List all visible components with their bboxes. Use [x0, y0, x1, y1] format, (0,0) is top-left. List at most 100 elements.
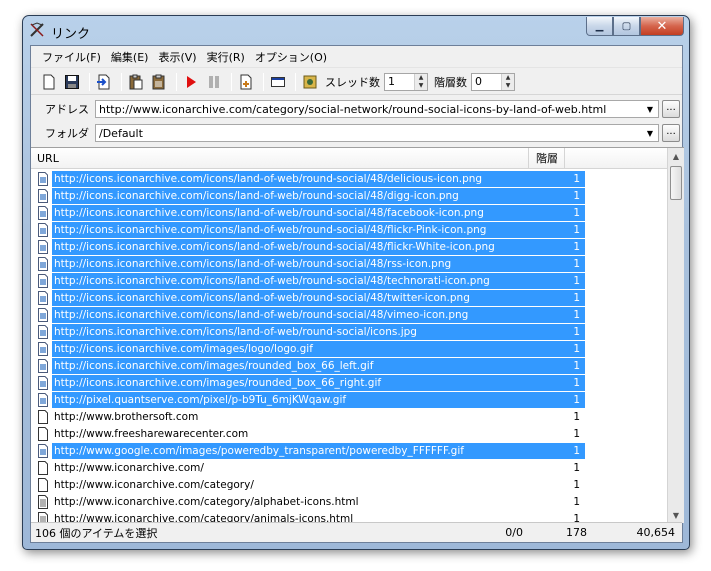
- spin-up-icon[interactable]: ▲: [415, 74, 427, 82]
- url-list[interactable]: URL 階層 http://icons.iconarchive.com/icon…: [31, 147, 684, 523]
- menu-options[interactable]: オプション(O): [250, 47, 332, 67]
- pause-button[interactable]: [204, 72, 224, 92]
- window-list-button[interactable]: [268, 72, 288, 92]
- table-row[interactable]: http://icons.iconarchive.com/icons/land-…: [31, 272, 667, 289]
- image-file-icon: [38, 222, 48, 237]
- table-row[interactable]: http://icons.iconarchive.com/images/logo…: [31, 340, 667, 357]
- paste-button[interactable]: [126, 72, 146, 92]
- table-row[interactable]: http://icons.iconarchive.com/icons/land-…: [31, 306, 667, 323]
- toolbar: スレッド数 1 ▲ ▼ 階層数 0 ▲ ▼: [31, 69, 682, 95]
- row-url: http://icons.iconarchive.com/images/roun…: [52, 374, 568, 391]
- row-depth: 1: [568, 340, 585, 357]
- table-row[interactable]: http://icons.iconarchive.com/icons/land-…: [31, 238, 667, 255]
- blank-file-icon: [38, 460, 48, 475]
- menu-file[interactable]: ファイル(F): [37, 47, 106, 67]
- row-depth: 1: [568, 187, 585, 204]
- table-row[interactable]: http://www.iconarchive.com/1: [31, 459, 667, 476]
- table-row[interactable]: http://icons.iconarchive.com/icons/land-…: [31, 187, 667, 204]
- row-url: http://www.brothersoft.com: [54, 410, 199, 423]
- table-row[interactable]: http://www.brothersoft.com 1: [31, 408, 667, 425]
- image-file-icon: [38, 290, 48, 305]
- start-button[interactable]: [181, 72, 201, 92]
- row-url: http://icons.iconarchive.com/icons/land-…: [52, 221, 568, 238]
- row-url: http://icons.iconarchive.com/icons/land-…: [52, 289, 568, 306]
- table-row[interactable]: http://icons.iconarchive.com/icons/land-…: [31, 221, 667, 238]
- thread-count-stepper[interactable]: 1 ▲ ▼: [384, 72, 428, 91]
- row-depth: 1: [568, 170, 585, 187]
- scroll-up-icon[interactable]: ▲: [668, 148, 684, 165]
- toolbar-separator: [89, 72, 90, 91]
- row-depth: 1: [573, 410, 580, 423]
- save-button[interactable]: [62, 72, 82, 92]
- table-row[interactable]: http://icons.iconarchive.com/icons/land-…: [31, 323, 667, 340]
- row-url: http://icons.iconarchive.com/icons/land-…: [52, 187, 568, 204]
- menu-bar: ファイル(F) 編集(E) 表示(V) 実行(R) オプション(O): [31, 46, 682, 68]
- dropdown-arrow-icon[interactable]: ▼: [642, 129, 658, 138]
- import-button[interactable]: [94, 72, 114, 92]
- paste-special-button[interactable]: [149, 72, 169, 92]
- close-icon: ✕: [656, 18, 668, 34]
- address-combobox[interactable]: http://www.iconarchive.com/category/soci…: [95, 100, 659, 118]
- folder-row: フォルダ /Default ▼ ...: [31, 121, 682, 145]
- address-input[interactable]: http://www.iconarchive.com/category/soci…: [96, 103, 642, 116]
- folder-input[interactable]: /Default: [96, 127, 642, 140]
- table-row[interactable]: http://pixel.quantserve.com/pixel/p-b9Tu…: [31, 391, 667, 408]
- row-depth: 1: [568, 221, 585, 238]
- app-window: リンク ▁ ▢ ✕ ファイル(F) 編集(E) 表示(V) 実行(R) オプショ…: [22, 15, 690, 550]
- row-url: http://www.google.com/images/poweredby_t…: [52, 442, 568, 459]
- table-row[interactable]: http://www.iconarchive.com/category/1: [31, 476, 667, 493]
- depth-count-value[interactable]: 0: [472, 75, 501, 88]
- row-depth: 1: [573, 427, 580, 440]
- add-file-icon: [240, 74, 252, 89]
- menu-run[interactable]: 実行(R): [202, 47, 250, 67]
- row-url: http://www.freesharewarecenter.com: [54, 427, 249, 440]
- table-row[interactable]: http://www.google.com/images/poweredby_t…: [31, 442, 667, 459]
- status-bar: 106 個のアイテムを選択 0/0 178 40,654: [31, 522, 682, 542]
- dropdown-arrow-icon[interactable]: ▼: [642, 105, 658, 114]
- blank-file-icon: [38, 426, 48, 441]
- toolbar-separator: [121, 72, 122, 91]
- row-depth: 1: [568, 323, 585, 340]
- table-row[interactable]: http://icons.iconarchive.com/icons/land-…: [31, 204, 667, 221]
- table-row[interactable]: http://icons.iconarchive.com/images/roun…: [31, 357, 667, 374]
- vertical-scrollbar[interactable]: ▲ ▼: [667, 148, 684, 523]
- table-row[interactable]: http://icons.iconarchive.com/icons/land-…: [31, 255, 667, 272]
- column-header-url[interactable]: URL: [31, 148, 529, 168]
- depth-count-stepper[interactable]: 0 ▲ ▼: [471, 72, 515, 91]
- title-bar[interactable]: リンク ▁ ▢ ✕: [23, 16, 689, 44]
- menu-edit[interactable]: 編集(E): [106, 47, 154, 67]
- window-icon: [271, 76, 285, 87]
- table-row[interactable]: http://icons.iconarchive.com/icons/land-…: [31, 170, 667, 187]
- clipboard-list-icon: [152, 74, 165, 89]
- table-row[interactable]: http://icons.iconarchive.com/icons/land-…: [31, 289, 667, 306]
- table-row[interactable]: http://www.iconarchive.com/category/alph…: [31, 493, 667, 510]
- column-header-depth[interactable]: 階層: [529, 148, 565, 168]
- window-title: リンク: [51, 27, 91, 42]
- row-depth: 1: [568, 204, 585, 221]
- status-count: 178: [566, 526, 587, 539]
- scroll-thumb[interactable]: [670, 166, 682, 200]
- table-row[interactable]: http://icons.iconarchive.com/images/roun…: [31, 374, 667, 391]
- row-depth: 1: [568, 374, 585, 391]
- menu-view[interactable]: 表示(V): [153, 47, 201, 67]
- minimize-icon: ▁: [595, 20, 604, 32]
- scroll-down-icon[interactable]: ▼: [668, 507, 684, 523]
- spin-up-icon[interactable]: ▲: [502, 74, 514, 82]
- spin-down-icon[interactable]: ▼: [502, 82, 514, 90]
- table-row[interactable]: http://www.freesharewarecenter.com 1: [31, 425, 667, 442]
- maximize-button[interactable]: ▢: [613, 17, 640, 36]
- folder-combobox[interactable]: /Default ▼: [95, 124, 659, 142]
- new-button[interactable]: [39, 72, 59, 92]
- minimize-button[interactable]: ▁: [586, 17, 613, 36]
- folder-browse-button[interactable]: ...: [662, 124, 680, 142]
- row-url: http://pixel.quantserve.com/pixel/p-b9Tu…: [52, 391, 568, 408]
- thread-count-value[interactable]: 1: [385, 75, 414, 88]
- spin-down-icon[interactable]: ▼: [415, 82, 427, 90]
- toolbar-separator: [263, 72, 264, 91]
- add-url-button[interactable]: [236, 72, 256, 92]
- address-label: アドレス: [45, 103, 89, 116]
- blank-file-icon: [38, 477, 48, 492]
- settings-button[interactable]: [300, 72, 320, 92]
- close-button[interactable]: ✕: [640, 17, 684, 36]
- address-browse-button[interactable]: ...: [662, 100, 680, 118]
